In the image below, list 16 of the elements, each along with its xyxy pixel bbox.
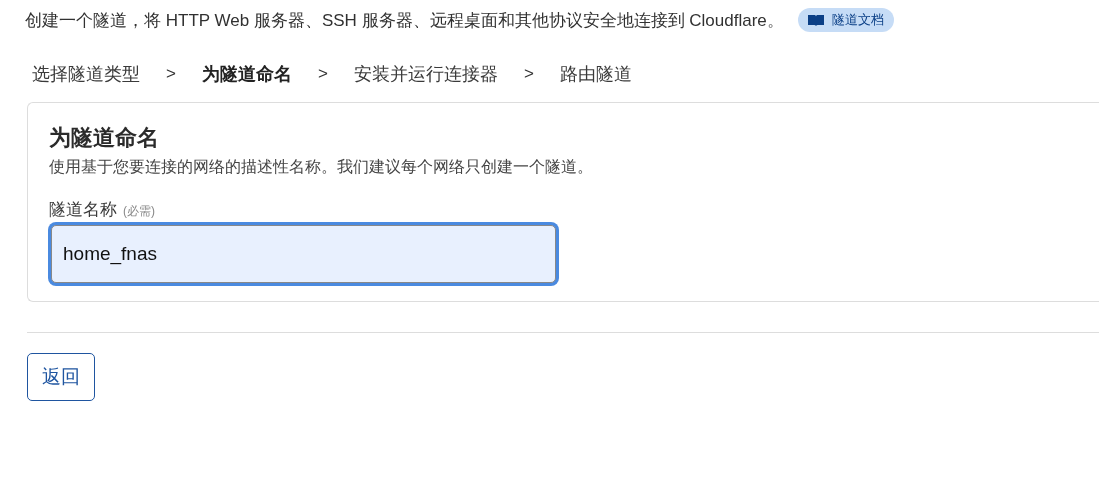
back-button[interactable]: 返回 bbox=[27, 353, 95, 401]
field-label: 隧道名称 bbox=[49, 199, 117, 221]
breadcrumb-step: 选择隧道类型 bbox=[32, 62, 140, 86]
breadcrumb-separator: > bbox=[523, 64, 534, 84]
docs-link[interactable]: 隧道文档 bbox=[797, 8, 894, 32]
card-description: 使用基于您要连接的网络的描述性名称。我们建议每个网络只创建一个隧道。 bbox=[49, 157, 594, 177]
intro-text: 创建一个隧道，将 HTTP Web 服务器、SSH 服务器、远程桌面和其他协议安全地连接到 Cloudflare。 bbox=[25, 9, 784, 32]
breadcrumb-separator: > bbox=[166, 64, 176, 84]
breadcrumb-step: 安装并运行连接器 bbox=[353, 62, 498, 86]
breadcrumb-separator: > bbox=[317, 64, 328, 84]
card-title: 为隧道命名 bbox=[49, 124, 160, 152]
book-icon bbox=[807, 14, 824, 26]
breadcrumb-step: 为隧道命名 bbox=[201, 62, 292, 86]
required-note: (必需) bbox=[123, 203, 155, 220]
tunnel-name-field[interactable]: home_fnas bbox=[51, 225, 556, 283]
breadcrumb-step: 路由隧道 bbox=[559, 62, 632, 86]
